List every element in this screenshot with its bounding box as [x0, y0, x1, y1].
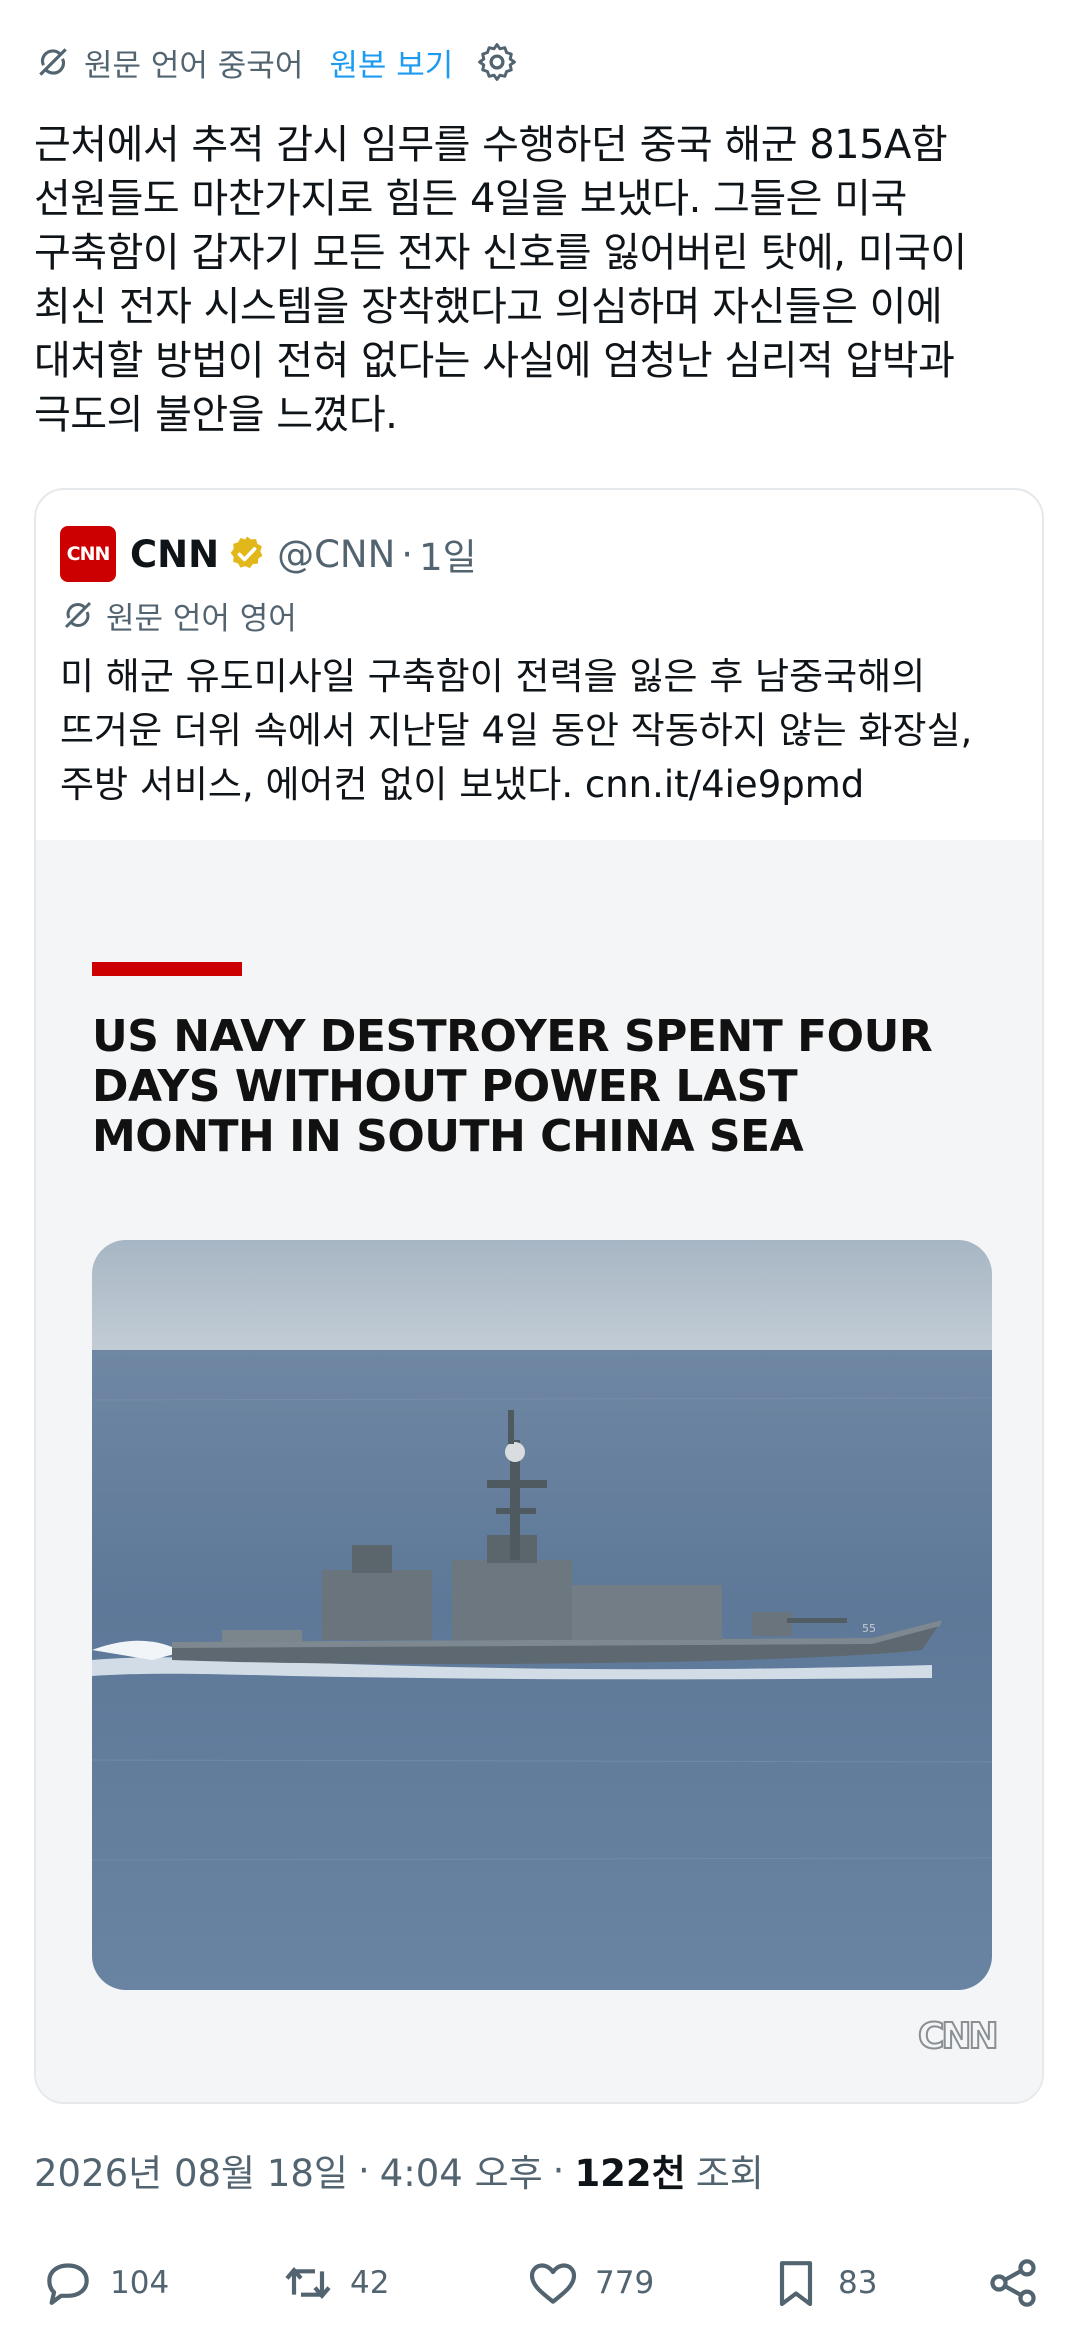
view-original-link[interactable]: 원본 보기 — [329, 40, 453, 85]
separator-dot: · — [401, 532, 414, 576]
quoted-link[interactable]: cnn.it/4ie9pmd — [585, 763, 864, 806]
separator-dot: · — [552, 2148, 565, 2192]
svg-text:55: 55 — [862, 1622, 876, 1635]
quoted-tweet-text: 미 해군 유도미사일 구축함이 전력을 잃은 후 남중국해의 뜨거운 더위 속에… — [60, 650, 1020, 812]
quoted-tweet-time: 1일 — [419, 536, 477, 579]
reply-icon — [47, 2263, 89, 2305]
bookmark-icon — [779, 2261, 813, 2307]
share-icon — [990, 2259, 1036, 2307]
bookmark-button[interactable]: 83 — [768, 2248, 877, 2318]
quoted-translation-label: 원문 언어 영어 — [60, 590, 297, 640]
quoted-source-language: 원문 언어 영어 — [106, 600, 297, 637]
media-headline: US NAVY DESTROYER SPENT FOUR DAYS WITHOU… — [92, 1011, 933, 1162]
gear-icon[interactable] — [475, 40, 519, 84]
avatar[interactable]: CNN — [60, 526, 116, 582]
translation-bar: 원문 언어 중국어 원본 보기 — [34, 32, 519, 92]
quoted-author-handle: @CNN — [277, 532, 396, 576]
quoted-author-name[interactable]: CNN — [130, 533, 219, 576]
svg-text:CNN: CNN — [918, 2016, 996, 2057]
retweet-icon — [285, 2266, 331, 2300]
heart-icon — [529, 2263, 577, 2304]
share-button[interactable] — [985, 2248, 1055, 2318]
views-count[interactable]: 122천 — [574, 2143, 685, 2197]
views-label: 조회 — [695, 2152, 764, 2195]
quoted-media-image[interactable]: US NAVY DESTROYER SPENT FOUR DAYS WITHOU… — [36, 840, 1042, 2102]
tweet-text: 근처에서 추적 감시 임무를 수행하던 중국 해군 815A함 선원들도 마찬가… — [34, 122, 967, 438]
cnn-logo: CNN — [916, 2010, 1006, 2060]
retweet-count: 42 — [350, 2265, 390, 2301]
cnn-watermark-logo: CNN — [917, 2015, 1000, 2058]
like-count: 779 — [595, 2265, 655, 2301]
action-bar: 104 42 779 83 — [0, 2248, 1080, 2318]
tweet-timestamp: 2026년 08월 18일 · 4:04 오후 · 122천 조회 — [34, 2140, 764, 2200]
like-button[interactable]: 779 — [525, 2248, 654, 2318]
reply-count: 104 — [110, 2265, 170, 2301]
tweet-time: 4:04 오후 — [379, 2152, 543, 2195]
separator-dot: · — [357, 2148, 370, 2192]
reply-button[interactable]: 104 — [40, 2248, 169, 2318]
quoted-tweet-card[interactable]: CNN CNN @CNN · 1일 원문 언어 영어 미 해군 유도미사일 구축… — [34, 488, 1044, 2104]
translate-icon — [64, 601, 92, 629]
retweet-button[interactable]: 42 — [280, 2248, 389, 2318]
quoted-tweet-header: CNN CNN @CNN · 1일 — [60, 526, 477, 582]
verified-badge-icon — [230, 536, 263, 569]
tweet-date: 2026년 08월 18일 — [34, 2152, 348, 2195]
destroyer-photo: 55 — [92, 1240, 992, 1990]
translate-icon — [39, 48, 67, 76]
accent-bar — [92, 962, 242, 976]
bookmark-count: 83 — [838, 2265, 878, 2301]
ship-illustration: 55 — [92, 1240, 992, 1990]
source-language-label: 원문 언어 중국어 — [84, 47, 304, 84]
